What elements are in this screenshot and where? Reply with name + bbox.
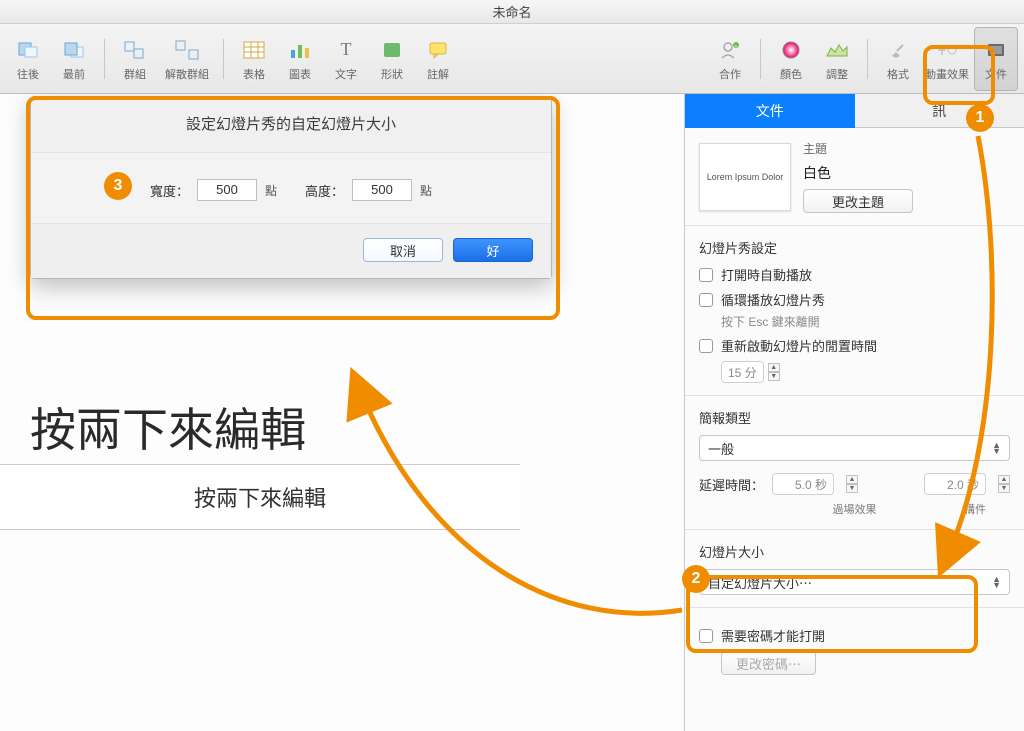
- change-theme-button[interactable]: 更改主題: [803, 189, 913, 213]
- collab-icon: +: [715, 36, 745, 64]
- animate-icon: [932, 36, 962, 64]
- trans-sublabel: 過場效果: [777, 501, 932, 517]
- toolbar-shape[interactable]: 形狀: [370, 27, 414, 91]
- chevron-updown-icon: ▲▼: [992, 576, 1001, 588]
- annotation-badge-1: 1: [966, 104, 994, 132]
- autoplay-checkbox[interactable]: 打開時自動播放: [699, 265, 1010, 284]
- cancel-button[interactable]: 取消: [363, 238, 443, 262]
- toolbar-collab[interactable]: +合作: [708, 27, 752, 91]
- toolbar: 往後 最前 群組 解散群組 表格 圖表 T文字 形狀 註解 +合作 顏色 調整 …: [0, 24, 1024, 94]
- toolbar-divider: [104, 39, 105, 79]
- toolbar-divider: [867, 39, 868, 79]
- build-sublabel: 構件: [940, 501, 1010, 517]
- ok-button[interactable]: 好: [453, 238, 533, 262]
- toolbar-front[interactable]: 最前: [52, 27, 96, 91]
- height-unit: 點: [420, 182, 432, 199]
- dialog-title: 設定幻燈片秀的自定幻燈片大小: [31, 97, 551, 153]
- svg-text:+: +: [735, 44, 738, 50]
- toolbar-chart[interactable]: 圖表: [278, 27, 322, 91]
- slide-body-placeholder[interactable]: 按兩下來編輯: [0, 464, 520, 530]
- toolbar-divider: [223, 39, 224, 79]
- window-titlebar: 未命名: [0, 0, 1024, 24]
- toolbar-document[interactable]: 文件: [974, 27, 1018, 91]
- slide-size-select[interactable]: 自定幻燈片大小⋯ ▲▼: [699, 569, 1010, 595]
- checkbox-icon: [699, 339, 713, 353]
- width-unit: 點: [265, 182, 277, 199]
- toolbar-adjust[interactable]: 調整: [815, 27, 859, 91]
- slide-canvas[interactable]: 設定幻燈片秀的自定幻燈片大小 寬度： 500 點 高度： 500 點 取消 好 …: [0, 94, 684, 731]
- histogram-icon: [822, 36, 852, 64]
- inspector-panel: 文件 訊 Lorem Ipsum Dolor 主題 白色 更改主題 幻燈片秀設定…: [684, 94, 1024, 731]
- toolbar-back[interactable]: 往後: [6, 27, 50, 91]
- tab-document[interactable]: 文件: [685, 94, 855, 128]
- trans-field[interactable]: 2.0 秒: [924, 473, 986, 495]
- slide-size-panel: 幻燈片大小 自定幻燈片大小⋯ ▲▼: [685, 530, 1024, 608]
- toolbar-format[interactable]: 格式: [876, 27, 920, 91]
- checkbox-icon: [699, 268, 713, 282]
- ungroup-icon: [172, 36, 202, 64]
- window-title: 未命名: [492, 2, 531, 21]
- text-icon: T: [331, 36, 361, 64]
- comment-icon: [423, 36, 453, 64]
- chart-icon: [285, 36, 315, 64]
- group-icon: [120, 36, 150, 64]
- toolbar-ungroup[interactable]: 解散群組: [159, 27, 215, 91]
- change-password-button[interactable]: 更改密碼⋯: [721, 651, 816, 675]
- delay-field[interactable]: 5.0 秒: [772, 473, 834, 495]
- delay-stepper[interactable]: ▲▼: [846, 475, 858, 493]
- theme-thumbnail: Lorem Ipsum Dolor: [699, 143, 791, 211]
- height-input[interactable]: 500: [352, 179, 412, 201]
- bring-front-icon: [59, 36, 89, 64]
- loop-checkbox[interactable]: 循環播放幻燈片秀: [699, 290, 1010, 309]
- toolbar-table[interactable]: 表格: [232, 27, 276, 91]
- slideshow-title: 幻燈片秀設定: [699, 238, 1010, 257]
- document-icon: [981, 36, 1011, 64]
- restart-checkbox[interactable]: 重新啟動幻燈片的閒置時間: [699, 336, 1010, 355]
- toolbar-animate[interactable]: 動畫效果: [922, 27, 972, 91]
- theme-panel: Lorem Ipsum Dolor 主題 白色 更改主題: [685, 128, 1024, 226]
- table-icon: [239, 36, 269, 64]
- presentation-type-panel: 簡報類型 一般 ▲▼ 延遲時間： 5.0 秒 ▲▼ 2.0 秒 ▲▼ 過場效果 …: [685, 396, 1024, 530]
- presentation-type-select[interactable]: 一般 ▲▼: [699, 435, 1010, 461]
- chevron-updown-icon: ▲▼: [992, 442, 1001, 454]
- paintbrush-icon: [883, 36, 913, 64]
- toolbar-text[interactable]: T文字: [324, 27, 368, 91]
- checkbox-icon: [699, 293, 713, 307]
- height-label: 高度：: [305, 181, 344, 200]
- slide-title-placeholder[interactable]: 按兩下來編輯: [30, 394, 306, 460]
- theme-name: 白色: [803, 163, 1010, 183]
- annotation-badge-2: 2: [682, 565, 710, 593]
- annotation-badge-3: 3: [104, 172, 132, 200]
- password-checkbox[interactable]: 需要密碼才能打開: [699, 626, 1010, 645]
- slide-size-title: 幻燈片大小: [699, 542, 1010, 561]
- toolbar-group[interactable]: 群組: [113, 27, 157, 91]
- toolbar-color[interactable]: 顏色: [769, 27, 813, 91]
- shape-icon: [377, 36, 407, 64]
- toolbar-comment[interactable]: 註解: [416, 27, 460, 91]
- delay-label: 延遲時間：: [699, 475, 764, 494]
- color-wheel-icon: [776, 36, 806, 64]
- slideshow-panel: 幻燈片秀設定 打開時自動播放 循環播放幻燈片秀 按下 Esc 鍵來離開 重新啟動…: [685, 226, 1024, 396]
- password-panel: 需要密碼才能打開 更改密碼⋯: [685, 608, 1024, 687]
- idle-stepper[interactable]: ▲▼: [768, 363, 780, 381]
- checkbox-icon: [699, 629, 713, 643]
- width-label: 寬度：: [150, 181, 189, 200]
- send-back-icon: [13, 36, 43, 64]
- presentation-title: 簡報類型: [699, 408, 1010, 427]
- toolbar-divider: [760, 39, 761, 79]
- idle-time-field[interactable]: 15 分: [721, 361, 764, 383]
- loop-hint: 按下 Esc 鍵來離開: [721, 313, 1010, 330]
- width-input[interactable]: 500: [197, 179, 257, 201]
- theme-label: 主題: [803, 140, 1010, 157]
- trans-stepper[interactable]: ▲▼: [998, 475, 1010, 493]
- tab-info[interactable]: 訊: [855, 94, 1024, 128]
